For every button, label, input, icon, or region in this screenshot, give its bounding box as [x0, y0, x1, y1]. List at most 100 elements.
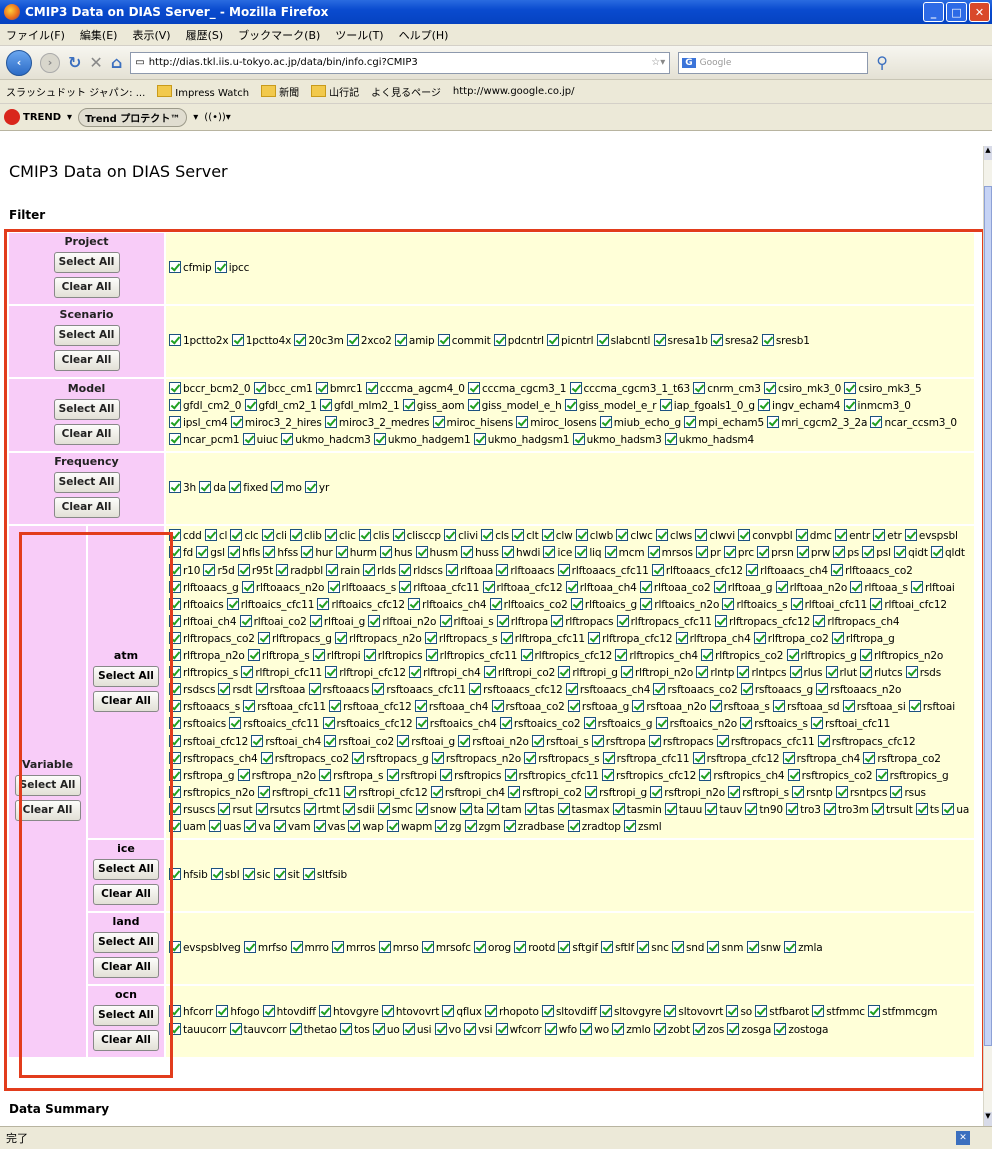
scroll-up-icon[interactable]: ▲	[984, 146, 992, 160]
filter-option[interactable]: so	[726, 1005, 752, 1018]
checkbox[interactable]	[726, 1005, 739, 1018]
filter-option[interactable]: wap	[348, 819, 384, 833]
filter-option[interactable]: clis	[358, 529, 390, 542]
filter-option[interactable]: uo	[372, 1022, 400, 1036]
filter-option[interactable]: miub_echo_g	[599, 416, 681, 429]
checkbox[interactable]	[169, 597, 181, 610]
filter-option[interactable]: zos	[693, 1022, 724, 1036]
filter-option[interactable]: rlftoaacs_s	[327, 580, 396, 594]
checkbox[interactable]	[430, 785, 443, 798]
checkbox[interactable]	[504, 768, 517, 781]
checkbox[interactable]	[567, 700, 580, 713]
filter-option[interactable]: dmc	[795, 529, 832, 542]
filter-option[interactable]: miroc_losens	[516, 416, 597, 429]
checkbox[interactable]	[942, 802, 955, 815]
filter-option[interactable]: rlftropa_cfc12	[588, 631, 673, 645]
filter-option[interactable]: rlftoaacs_n2o	[241, 580, 324, 594]
checkbox[interactable]	[415, 802, 428, 815]
checkbox[interactable]	[693, 382, 706, 394]
checkbox[interactable]	[653, 683, 666, 696]
checkbox[interactable]	[226, 597, 239, 610]
checkbox[interactable]	[599, 1005, 612, 1018]
filter-option[interactable]: ps	[833, 546, 859, 559]
checkbox[interactable]	[664, 433, 677, 446]
checkbox[interactable]	[558, 941, 571, 954]
checkbox[interactable]	[551, 614, 564, 627]
checkbox[interactable]	[761, 333, 774, 346]
checkbox[interactable]	[437, 333, 450, 346]
filter-option[interactable]: rlftropi_g	[558, 666, 618, 679]
checkbox[interactable]	[541, 1005, 554, 1018]
atm-clear-all-button[interactable]: Clear All	[93, 690, 159, 712]
filter-option[interactable]: rlftoaics_co2	[489, 597, 568, 611]
checkbox[interactable]	[774, 1022, 787, 1035]
filter-option[interactable]: usi	[402, 1022, 432, 1036]
checkbox[interactable]	[547, 333, 560, 346]
filter-option[interactable]: zobt	[653, 1022, 690, 1036]
filter-option[interactable]: rsftoai_n2o	[458, 734, 529, 748]
checkbox[interactable]	[557, 802, 570, 815]
filter-option[interactable]: rsftoaa_n2o	[632, 700, 707, 713]
filter-option[interactable]: convpbl	[738, 529, 793, 542]
checkbox[interactable]	[399, 563, 412, 576]
checkbox[interactable]	[432, 416, 445, 429]
checkbox[interactable]	[344, 785, 357, 798]
filter-option[interactable]: sltovovrt	[664, 1005, 723, 1018]
checkbox[interactable]	[699, 768, 712, 781]
checkbox[interactable]	[558, 666, 571, 679]
ocn-select-all-button[interactable]: Select All	[93, 1005, 159, 1027]
home-icon[interactable]: ⌂	[111, 53, 122, 72]
filter-option[interactable]: ukmo_hadsm4	[664, 433, 754, 446]
checkbox[interactable]	[335, 546, 348, 559]
checkbox[interactable]	[585, 785, 598, 798]
bookmark-impress-watch[interactable]: Impress Watch	[157, 85, 249, 99]
checkbox[interactable]	[575, 546, 588, 559]
filter-option[interactable]: clw	[541, 529, 573, 542]
checkbox[interactable]	[740, 683, 753, 696]
filter-option[interactable]: rlftropa_n2o	[169, 649, 245, 662]
stop-icon[interactable]: ✕	[89, 53, 102, 72]
filter-option[interactable]: rsftoaacs_co2	[653, 683, 738, 696]
checkbox[interactable]	[377, 802, 390, 815]
filter-option[interactable]: wfo	[544, 1022, 577, 1036]
filter-option[interactable]: mrsos	[647, 546, 693, 559]
filter-option[interactable]: rldscs	[399, 563, 443, 577]
filter-option[interactable]: tauu	[664, 802, 702, 816]
checkbox[interactable]	[707, 941, 720, 954]
checkbox[interactable]	[247, 649, 260, 662]
checkbox[interactable]	[715, 614, 728, 627]
checkbox[interactable]	[653, 1022, 666, 1035]
checkbox[interactable]	[229, 1022, 242, 1035]
checkbox[interactable]	[651, 563, 664, 576]
filter-option[interactable]: rlftoaa_cfc12	[482, 580, 563, 594]
checkbox[interactable]	[655, 717, 668, 730]
filter-option[interactable]: sic	[242, 868, 271, 881]
filter-option[interactable]: rlftropi_ch4	[409, 666, 481, 679]
filter-option[interactable]: hfls	[228, 546, 260, 559]
filter-option[interactable]: tasmin	[612, 802, 662, 816]
checkbox[interactable]	[716, 734, 729, 747]
checkbox[interactable]	[843, 399, 856, 412]
checkbox[interactable]	[588, 631, 601, 644]
checkbox[interactable]	[671, 941, 684, 954]
checkbox[interactable]	[500, 631, 513, 644]
filter-option[interactable]: hfcorr	[169, 1005, 213, 1018]
checkbox[interactable]	[487, 802, 500, 815]
filter-option[interactable]: clwvi	[695, 529, 735, 542]
filter-option[interactable]: slabcntl	[596, 333, 650, 347]
filter-option[interactable]: prsn	[757, 546, 794, 559]
checkbox[interactable]	[915, 802, 928, 815]
checkbox[interactable]	[241, 666, 254, 679]
filter-option[interactable]: ua	[942, 802, 969, 816]
checkbox[interactable]	[508, 785, 521, 798]
filter-option[interactable]: snd	[671, 941, 704, 954]
filter-option[interactable]: mrfso	[243, 941, 287, 954]
filter-option[interactable]: rsftoaa_si	[842, 700, 906, 713]
checkbox[interactable]	[908, 700, 921, 713]
filter-option[interactable]: rsftropacs_ch4	[169, 751, 258, 765]
filter-option[interactable]: rlftoaa_s	[850, 580, 908, 594]
filter-option[interactable]: rlftoaacs_co2	[831, 563, 913, 577]
checkbox[interactable]	[787, 768, 800, 781]
filter-option[interactable]: rsftropics_n2o	[169, 785, 255, 799]
checkbox[interactable]	[569, 382, 582, 394]
